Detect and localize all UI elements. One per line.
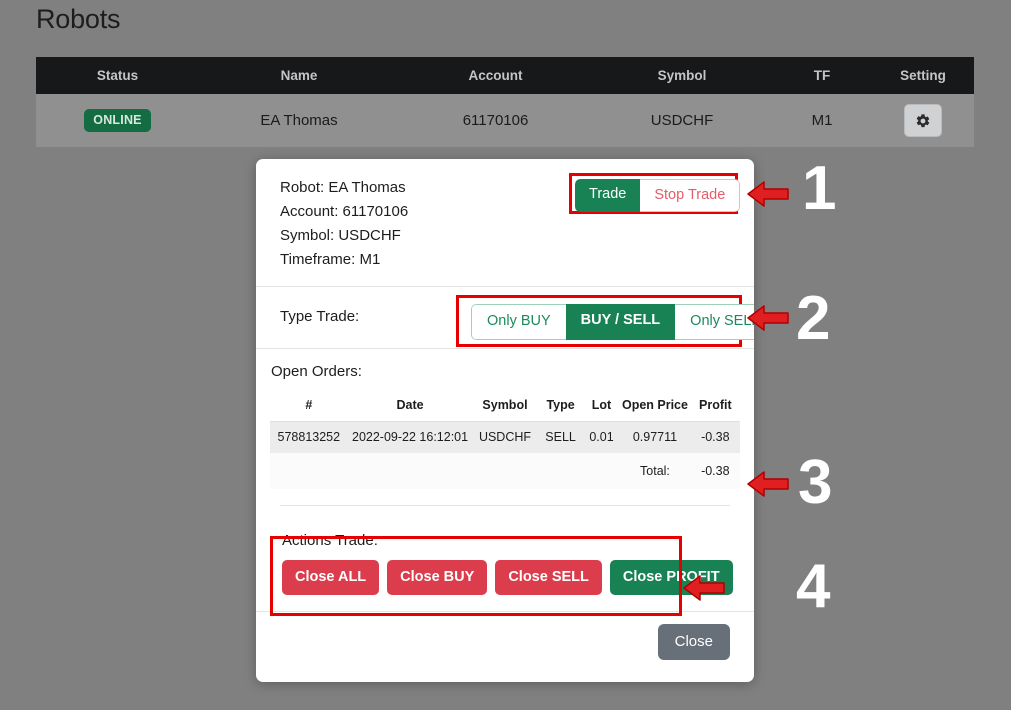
table-row[interactable]: 578813252 2022-09-22 16:12:01 USDCHF SEL… [270, 421, 740, 453]
page-title: Robots [36, 4, 121, 34]
close-modal-button[interactable]: Close [657, 624, 730, 660]
highlight-box-actions [270, 536, 682, 616]
trade-button[interactable]: Trade [575, 179, 641, 212]
order-cell-profit: -0.38 [701, 430, 730, 444]
cell-setting [872, 94, 974, 147]
type-trade-group: Only BUY BUY / SELL Only SELL [471, 304, 754, 340]
order-column-profit: Profit [690, 393, 740, 422]
annotation-arrow-2-icon [747, 305, 789, 331]
cell-name: EA Thomas [260, 112, 338, 129]
status-badge: ONLINE [84, 109, 151, 132]
column-header-tf: TF [813, 68, 831, 83]
orders-divider [280, 505, 730, 506]
robot-settings-modal: Robot: EA Thomas Account: 61170106 Symbo… [256, 159, 754, 682]
total-spacer-1 [270, 453, 348, 489]
info-timeframe: Timeframe: M1 [280, 251, 381, 268]
annotation-number-2: 2 [796, 284, 830, 353]
info-symbol: Symbol: USDCHF [280, 227, 401, 244]
total-spacer-4 [538, 453, 584, 489]
order-column-date: Date [347, 393, 473, 422]
order-column-lot: Lot [583, 393, 620, 422]
total-spacer-3 [472, 453, 537, 489]
annotation-arrow-1-icon [747, 181, 789, 207]
order-column-id: # [270, 393, 348, 422]
order-cell-lot: 0.01 [589, 430, 614, 444]
gear-icon [916, 113, 930, 127]
total-row: Total: -0.38 [270, 453, 740, 489]
column-header-status: Status [96, 68, 139, 83]
app-root: Robots Status Name Account Symbol TF Set… [0, 0, 1011, 710]
robots-table-head: Status Name Account Symbol TF Setting [36, 57, 974, 94]
cell-account: 61170106 [462, 112, 529, 129]
order-cell-date: 2022-09-22 16:12:01 [352, 430, 469, 444]
annotation-number-3: 3 [798, 448, 832, 517]
trade-toggle-group: Trade Stop Trade [575, 179, 741, 212]
modal-info-section: Robot: EA Thomas Account: 61170106 Symbo… [256, 159, 754, 287]
robots-table-header-row: Status Name Account Symbol TF Setting [36, 57, 974, 94]
annotation-number-1: 1 [802, 154, 836, 223]
order-cell-id: 578813252 [277, 430, 341, 444]
order-cell-open-price: 0.97711 [632, 430, 678, 444]
cell-status: ONLINE [36, 94, 199, 147]
annotation-arrow-4-icon [683, 575, 725, 601]
modal-type-trade-section: Type Trade: Only BUY BUY / SELL Only SEL… [256, 287, 754, 349]
only-sell-button[interactable]: Only SELL [675, 304, 754, 340]
annotation-arrow-3-icon [747, 471, 789, 497]
cell-tf: M1 [811, 112, 833, 129]
robots-table: Status Name Account Symbol TF Setting ON… [36, 57, 974, 147]
total-label: Total: [640, 463, 670, 478]
robots-table-body: ONLINE EA Thomas 61170106 USDCHF M1 [36, 94, 974, 147]
open-orders-body: 578813252 2022-09-22 16:12:01 USDCHF SEL… [270, 421, 740, 489]
order-column-symbol: Symbol [472, 393, 538, 422]
total-spacer-5 [584, 453, 620, 489]
order-column-open-price: Open Price [619, 393, 691, 422]
order-column-type: Type [537, 393, 584, 422]
only-buy-button[interactable]: Only BUY [471, 304, 566, 340]
open-orders-head: # Date Symbol Type Lot Open Price Profit [270, 393, 740, 422]
modal-open-orders-section: Open Orders: # Date Symbol Type Lot Open… [256, 349, 754, 514]
modal-footer: Close [256, 611, 754, 674]
order-cell-symbol: USDCHF [478, 430, 532, 444]
stop-trade-button[interactable]: Stop Trade [640, 179, 741, 212]
table-row[interactable]: ONLINE EA Thomas 61170106 USDCHF M1 [36, 94, 974, 147]
open-orders-header-row: # Date Symbol Type Lot Open Price Profit [270, 393, 740, 422]
column-header-setting: Setting [900, 68, 946, 83]
open-orders-label: Open Orders: [271, 363, 362, 380]
total-value: -0.38 [701, 463, 730, 478]
open-orders-table: # Date Symbol Type Lot Open Price Profit… [270, 393, 740, 489]
column-header-name: Name [280, 68, 318, 83]
order-cell-type: SELL [545, 430, 576, 444]
annotation-number-4: 4 [796, 552, 830, 621]
total-spacer-2 [348, 453, 473, 489]
settings-button[interactable] [904, 104, 942, 137]
cell-symbol: USDCHF [650, 112, 714, 129]
column-header-symbol: Symbol [657, 68, 707, 83]
column-header-account: Account [468, 68, 523, 83]
buy-sell-button[interactable]: BUY / SELL [565, 304, 676, 340]
